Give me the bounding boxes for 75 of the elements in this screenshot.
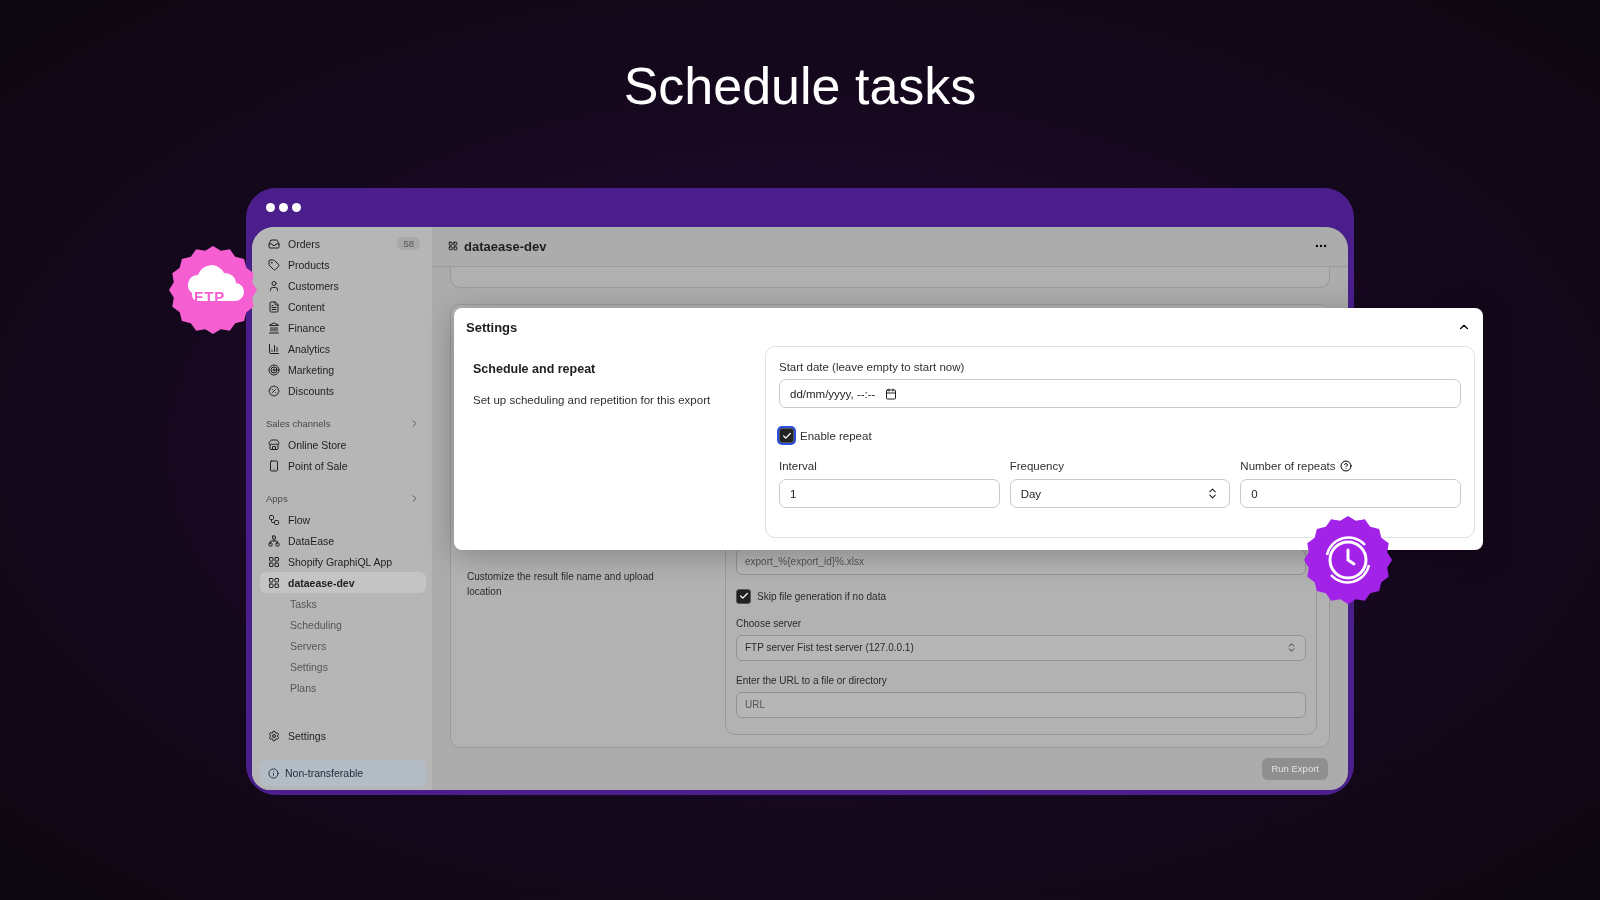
section-header[interactable]: Apps <box>260 488 426 509</box>
sidebar-subitem[interactable]: Plans <box>260 677 426 698</box>
frequency-select[interactable]: Day <box>1009 479 1231 508</box>
section-title: Apps <box>266 493 288 504</box>
window-dot <box>266 203 275 212</box>
notice-text: Non-transferable <box>285 767 364 779</box>
number-field[interactable]: 0 <box>1240 479 1461 508</box>
page-headline: Schedule tasks <box>622 56 978 117</box>
filename-field[interactable]: export_%{export_id}%.xlsx <box>736 548 1306 575</box>
sidebar-item[interactable]: Shopify GraphiQL App <box>260 551 426 572</box>
section-description: Set up scheduling and repetition for this export <box>473 394 712 406</box>
page-title: dataease-dev <box>464 238 548 254</box>
section-description: Customize the result file name and upload location <box>467 570 654 597</box>
nav-icon <box>268 237 280 250</box>
nav-icon <box>268 300 280 313</box>
field-label: Number of repeats <box>1240 460 1336 472</box>
calendar-icon <box>885 387 898 400</box>
nav-icon <box>268 459 280 472</box>
number-field[interactable]: 1 <box>779 479 1000 508</box>
sidebar-item[interactable]: Flow <box>260 509 426 530</box>
checkbox[interactable] <box>779 428 794 443</box>
date-field[interactable]: dd/mm/yyyy, --:-- <box>779 379 1461 408</box>
settings-icon <box>268 729 280 742</box>
sidebar-item[interactable]: Point of Sale <box>260 455 426 476</box>
badge-label: FTP <box>194 288 226 305</box>
sidebar-item[interactable]: Content <box>260 296 426 317</box>
field-label: Choose server <box>736 617 803 629</box>
sidebar-item[interactable]: Customers <box>260 275 426 296</box>
sidebar-subitem[interactable]: Tasks <box>260 593 426 614</box>
sidebar-item[interactable]: Online Store <box>260 434 426 455</box>
nav-icon <box>268 555 280 568</box>
nav-icon <box>268 363 280 376</box>
nav-icon <box>268 384 280 397</box>
sidebar-item[interactable]: Orders 58 <box>260 233 426 254</box>
nav-icon <box>268 279 280 292</box>
help-icon[interactable] <box>1339 460 1352 472</box>
checkbox-label: Skip file generation if no data <box>757 590 886 602</box>
nav-icon <box>268 534 280 547</box>
sidebar-item[interactable]: dataease-dev <box>260 572 426 593</box>
nav-icon <box>268 258 280 271</box>
sidebar-item[interactable]: Marketing <box>260 359 426 380</box>
section-header[interactable]: Sales channels <box>260 413 426 434</box>
check-icon <box>738 591 749 602</box>
section-title: Schedule and repeat <box>473 362 597 376</box>
nav-icon <box>268 576 280 589</box>
nav-icon <box>268 438 280 451</box>
check-icon <box>781 430 792 441</box>
info-icon <box>268 767 279 779</box>
window-dot <box>292 203 301 212</box>
url-field[interactable]: URL <box>736 691 1306 718</box>
checkbox-label: Enable repeat <box>800 429 872 442</box>
sidebar-item[interactable]: Discounts <box>260 380 426 401</box>
panel-title: Settings <box>466 319 518 335</box>
count-badge: 58 <box>397 237 420 250</box>
server-select[interactable]: FTP server Fist test server (127.0.0.1) <box>736 634 1306 661</box>
section-title: Sales channels <box>266 418 331 429</box>
sidebar-item[interactable]: Settings <box>260 725 426 746</box>
sidebar-subitem[interactable]: Scheduling <box>260 614 426 635</box>
sidebar-subitem[interactable]: Servers <box>260 635 426 656</box>
window-dot <box>279 203 288 212</box>
nav-icon <box>268 342 280 355</box>
field-label: Start date (leave empty to start now) <box>779 361 966 373</box>
select-chevron-icon <box>1286 642 1297 654</box>
sidebar-item[interactable]: Analytics <box>260 338 426 359</box>
checkbox[interactable] <box>736 588 751 604</box>
nav-icon <box>268 321 280 334</box>
nav-icon <box>268 513 280 526</box>
sidebar-item[interactable]: Finance <box>260 317 426 338</box>
app-icon <box>448 241 458 252</box>
field-label: Interval <box>779 460 817 472</box>
sidebar-item[interactable]: Products <box>260 254 426 275</box>
field-label: Enter the URL to a file or directory <box>736 674 888 686</box>
field-label: Frequency <box>1009 460 1064 472</box>
sidebar-subitem[interactable]: Settings <box>260 656 426 677</box>
sidebar-item[interactable]: DataEase <box>260 530 426 551</box>
